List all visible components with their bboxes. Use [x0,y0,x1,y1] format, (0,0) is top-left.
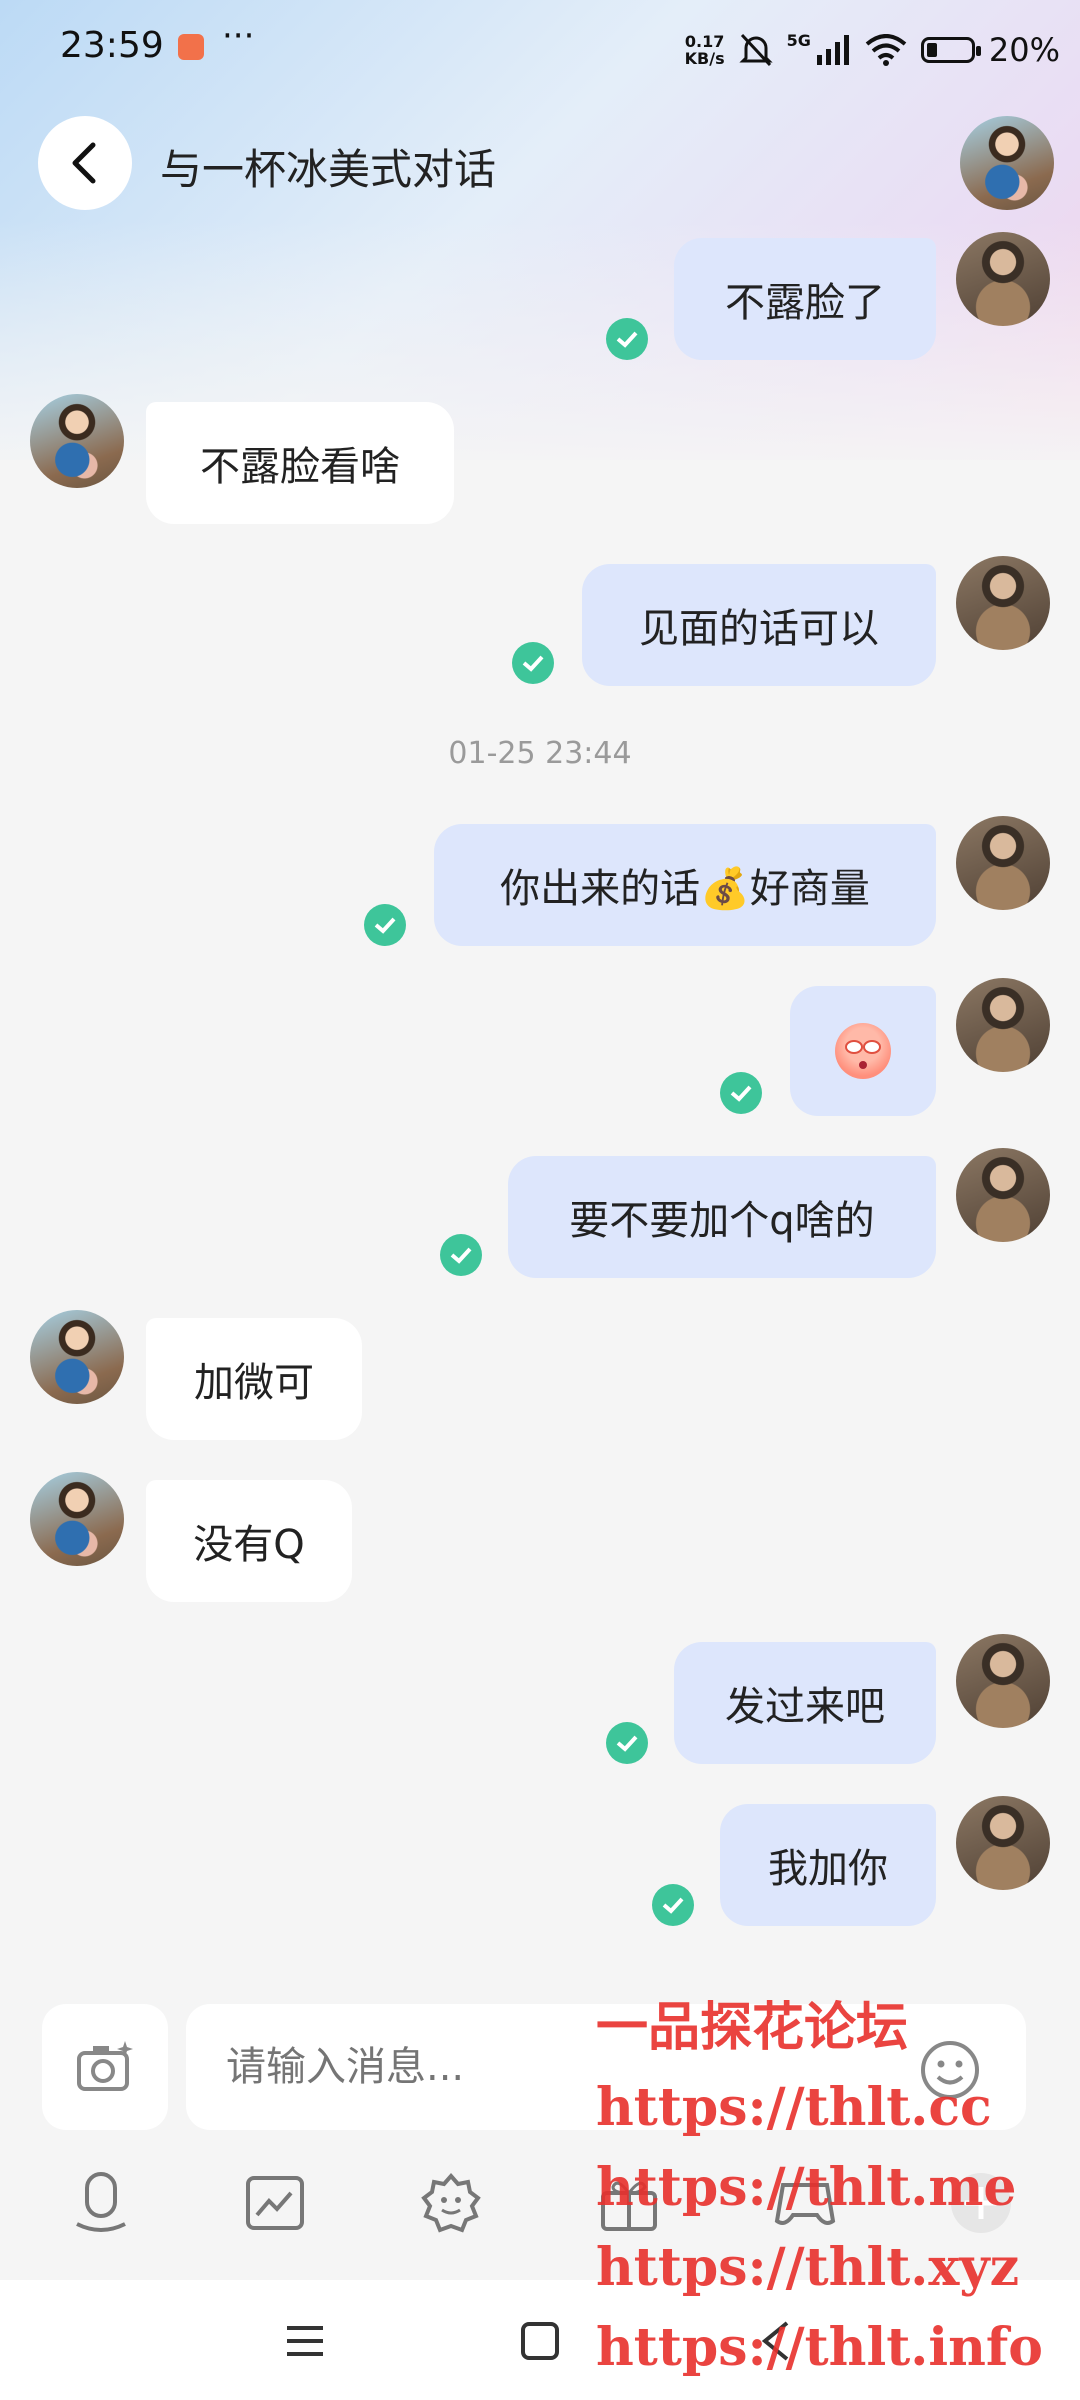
back-button[interactable] [38,116,132,210]
status-right: 0.17 KB/s 5G 20% [685,28,1060,72]
read-check-icon [720,1072,762,1114]
message-bubble-sticker[interactable] [790,986,936,1116]
read-check-icon [512,642,554,684]
more-notifications: ··· [222,16,255,56]
message-bubble-received[interactable]: 不露脸看啥 [146,402,454,524]
watermark-line: https://thlt.xyz [596,2237,1020,2298]
sticker-button[interactable] [416,2168,486,2238]
sticker-icon [421,2172,481,2233]
my-avatar[interactable] [956,1634,1050,1728]
net-speed-unit: KB/s [684,49,725,68]
watermark-line: https://thlt.cc [596,2077,992,2138]
blushing-face-sticker-icon [835,1023,891,1079]
watermark-line: https://thlt.me [596,2157,1017,2218]
message-bubble-sent[interactable]: 你出来的话💰好商量 [434,824,936,946]
net-speed: 0.17 KB/s [685,33,725,67]
status-time: 23:59 [60,25,164,66]
chat-title: 与一杯冰美式对话 [160,145,497,194]
message-bubble-sent[interactable]: 见面的话可以 [582,564,936,686]
my-avatar[interactable] [956,556,1050,650]
message-bubble-received[interactable]: 没有Q [146,1480,352,1602]
image-icon [246,2176,304,2230]
net-speed-value: 0.17 [684,32,725,51]
read-check-icon [440,1234,482,1276]
my-avatar[interactable] [956,1796,1050,1890]
status-bar: 23:59 ··· 0.17 KB/s 5G 20% [0,0,1080,100]
read-check-icon [606,318,648,360]
image-button[interactable] [240,2168,310,2238]
watermark-line: 一品探花论坛 [596,1997,909,2058]
mute-bell-icon [738,33,773,67]
home-icon [521,2322,559,2360]
voice-button[interactable] [66,2168,136,2238]
contact-avatar[interactable] [30,1310,124,1404]
watermark-overlay: 一品探花论坛 https://thlt.cc https://thlt.me h… [596,1988,1043,2388]
watermark-line: https://thlt.info [596,2317,1043,2378]
my-avatar[interactable] [956,232,1050,326]
contact-avatar[interactable] [960,116,1054,210]
read-check-icon [364,904,406,946]
recent-apps-button[interactable] [280,2316,330,2366]
signal-icon [816,35,849,65]
menu-icon [287,2326,323,2356]
notification-app-icon [178,34,204,60]
camera-button[interactable] [42,2004,168,2130]
contact-avatar[interactable] [30,1472,124,1566]
message-bubble-received[interactable]: 加微可 [146,1318,362,1440]
my-avatar[interactable] [956,816,1050,910]
wifi-icon [865,34,907,66]
read-check-icon [652,1884,694,1926]
message-bubble-sent[interactable]: 我加你 [720,1804,936,1926]
message-bubble-sent[interactable]: 要不要加个q啥的 [508,1156,936,1278]
battery-icon [920,37,981,63]
message-timestamp: 01-25 23:44 [448,736,632,771]
back-icon [72,142,96,184]
home-button[interactable] [515,2316,565,2366]
my-avatar[interactable] [956,978,1050,1072]
camera-icon [77,2041,133,2091]
mic-icon [76,2172,126,2232]
my-avatar[interactable] [956,1148,1050,1242]
network-type: 5G [786,30,811,50]
message-bubble-sent[interactable]: 不露脸了 [674,238,936,360]
battery-level: 20% [988,31,1060,69]
message-bubble-sent[interactable]: 发过来吧 [674,1642,936,1764]
read-check-icon [606,1722,648,1764]
contact-avatar[interactable] [30,394,124,488]
